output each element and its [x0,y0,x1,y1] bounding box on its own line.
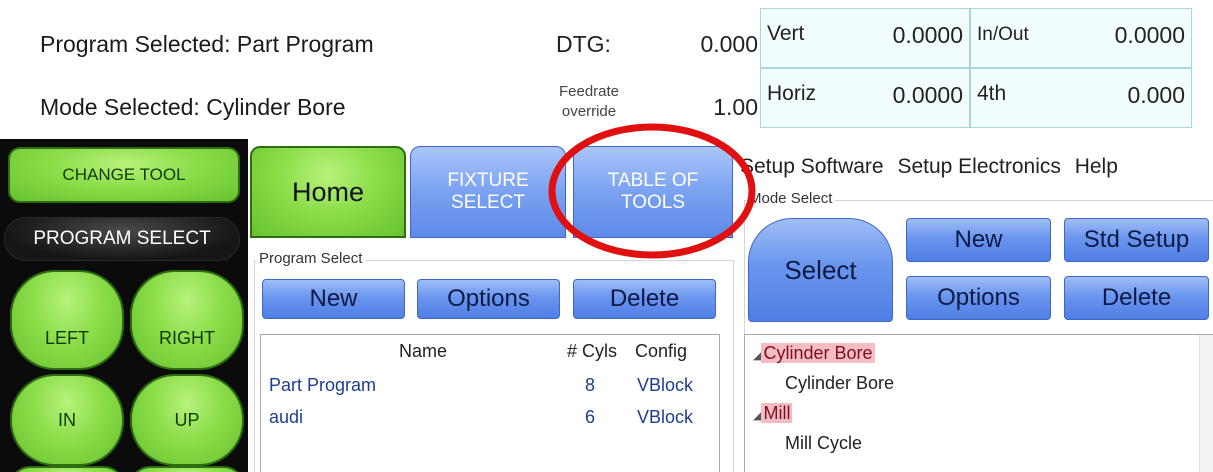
program-selected-text: Program Selected: Part Program [40,31,374,57]
in-button[interactable]: IN [10,374,124,466]
right-button[interactable]: RIGHT [130,270,244,370]
std-setup-button[interactable]: Std Setup [1064,218,1209,262]
program-select-label: Program Select [256,250,366,267]
dtg-value: 0.000 [700,31,758,57]
dtg-label: DTG: [556,31,611,57]
change-tool-button[interactable]: CHANGE TOOL [8,147,240,203]
mode-delete-button[interactable]: Delete [1064,276,1209,320]
table-row[interactable]: Part Program 8 VBlock [261,373,719,403]
mode-selected-text: Mode Selected: Cylinder Bore [40,94,346,120]
column-header-config[interactable]: Config [635,341,687,362]
menu-setup-software[interactable]: Setup Software [740,155,884,178]
tab-home[interactable]: Home [250,146,406,238]
left-button[interactable]: LEFT [10,270,124,370]
program-list[interactable]: Name # Cyls Config Part Program 8 VBlock… [260,334,720,472]
tree-scrollbar[interactable] [1199,335,1213,472]
dro-horiz: Horiz 0.0000 [760,68,970,128]
tree-node-mill[interactable]: ◢ Mill [753,403,793,424]
column-header-name[interactable]: Name [399,341,447,362]
out-button-partial[interactable] [130,466,244,472]
menu-help[interactable]: Help [1075,155,1118,178]
dro-inout: In/Out 0.0000 [970,8,1192,68]
feedrate-value: 1.00 [713,94,758,120]
mode-new-button[interactable]: New [906,218,1051,262]
menu-setup-electronics[interactable]: Setup Electronics [897,155,1060,178]
dro-4th: 4th 0.000 [970,68,1192,128]
mode-tree[interactable]: ◢ Cylinder Bore Cylinder Bore ◢ Mill Mill … [744,334,1213,472]
pendant-panel: CHANGE TOOL PROGRAM SELECT LEFT RIGHT IN… [0,139,248,472]
menu-bar: Setup Software Setup Electronics Help [740,155,1118,179]
program-select-button[interactable]: PROGRAM SELECT [4,217,240,261]
program-delete-button[interactable]: Delete [573,279,716,319]
column-header-cyls[interactable]: # Cyls [567,341,617,362]
dro-readout: Vert 0.0000 In/Out 0.0000 Horiz 0.0000 4… [760,8,1192,128]
tree-item-cylinder-bore[interactable]: Cylinder Bore [785,373,894,394]
dro-vert: Vert 0.0000 [760,8,970,68]
mode-select-button[interactable]: Select [748,218,893,322]
down-button-partial[interactable] [10,466,124,472]
feedrate-override-label: Feedrate override [558,83,620,120]
tree-item-mill-cycle[interactable]: Mill Cycle [785,433,862,454]
tree-node-cylinder-bore[interactable]: ◢ Cylinder Bore [753,343,875,364]
program-new-button[interactable]: New [262,279,405,319]
tab-fixture-select[interactable]: FIXTURE SELECT [410,146,566,238]
table-row[interactable]: audi 6 VBlock [261,405,719,435]
up-button[interactable]: UP [130,374,244,466]
program-options-button[interactable]: Options [417,279,560,319]
highlight-circle-annotation [548,123,756,259]
mode-options-button[interactable]: Options [906,276,1051,320]
